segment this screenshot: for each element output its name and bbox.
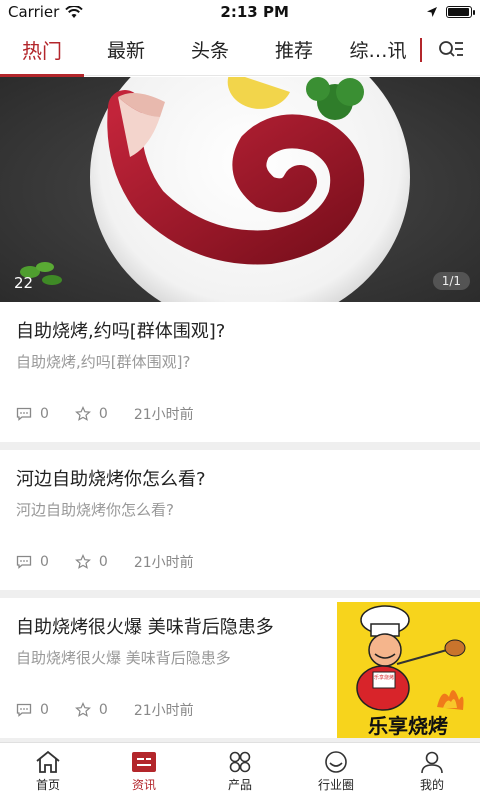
news-title: 河边自助烧烤你怎么看? (16, 469, 206, 490)
category-menu-button[interactable] (422, 24, 480, 76)
tab-headlines[interactable]: 头条 (168, 24, 252, 76)
clock: 2:13 PM (220, 3, 289, 21)
nav-label: 行业圈 (317, 778, 354, 792)
thumb-small-text: 乐享烧烤 (374, 674, 394, 681)
news-time: 21小时前 (133, 703, 194, 719)
nav-label: 产品 (227, 778, 252, 792)
news-icon (132, 752, 156, 772)
comment-icon (16, 703, 32, 717)
banner-page-counter: 1/1 (432, 272, 470, 290)
like-count: 0 (98, 554, 108, 570)
bbq-chef-illustration: 乐享烧烤 乐享烧烤 (337, 602, 480, 738)
list-item[interactable]: 自助烧烤很火爆 美味背后隐患多 自助烧烤很火爆 美味背后隐患多 0 0 21小时… (0, 598, 480, 738)
wifi-icon (65, 5, 84, 18)
tab-general-news[interactable]: 综…讯 (336, 24, 420, 76)
banner-tag: 22 (14, 274, 34, 292)
nav-products[interactable]: 产品 (192, 743, 288, 800)
nav-industry-circle[interactable]: 行业圈 (288, 743, 384, 800)
comment-icon (16, 555, 32, 569)
star-icon (74, 702, 91, 717)
grid-icon (229, 751, 251, 773)
list-item[interactable]: 自助烧烤,约吗[群体围观]? 自助烧烤,约吗[群体围观]? 0 0 21小时前 (0, 302, 480, 442)
tab-latest[interactable]: 最新 (84, 24, 168, 76)
news-meta: 0 0 21小时前 (16, 552, 194, 572)
divider (0, 590, 480, 598)
nav-news[interactable]: 资讯 (96, 743, 192, 800)
person-icon (421, 751, 443, 774)
list-item[interactable]: 河边自助烧烤你怎么看? 河边自助烧烤你怎么看? 0 0 21小时前 (0, 450, 480, 590)
comment-count: 0 (40, 554, 49, 570)
like-count: 0 (98, 702, 108, 718)
battery-icon (445, 6, 475, 18)
nav-home[interactable]: 首页 (0, 743, 96, 800)
news-time: 21小时前 (133, 555, 194, 571)
nav-label: 我的 (419, 778, 444, 792)
tab-recommended[interactable]: 推荐 (252, 24, 336, 76)
star-icon (74, 554, 91, 569)
news-description: 自助烧烤,约吗[群体围观]? (16, 353, 191, 371)
comment-count: 0 (40, 406, 49, 422)
location-arrow-icon (426, 7, 437, 17)
news-time: 21小时前 (133, 407, 194, 423)
nav-profile[interactable]: 我的 (384, 743, 480, 800)
news-title: 自助烧烤,约吗[群体围观]? (16, 321, 226, 342)
like-count: 0 (98, 406, 108, 422)
news-description: 河边自助烧烤你怎么看? (16, 501, 174, 519)
comment-icon (16, 407, 32, 421)
star-icon (74, 406, 91, 421)
banner-carousel[interactable]: 22 1/1 (0, 77, 480, 302)
divider (0, 442, 480, 450)
banner-image (0, 77, 480, 302)
status-bar: Carrier 2:13 PM (0, 0, 480, 24)
news-meta: 0 0 21小时前 (16, 700, 194, 720)
news-thumbnail: 乐享烧烤 乐享烧烤 (337, 602, 480, 738)
thumb-title: 乐享烧烤 (368, 714, 448, 738)
tab-hot[interactable]: 热门 (0, 24, 84, 77)
carrier-label: Carrier (8, 3, 60, 21)
nav-label: 资讯 (131, 778, 156, 792)
bottom-nav: 首页 资讯 产品 行业圈 我的 (0, 742, 480, 800)
news-meta: 0 0 21小时前 (16, 404, 194, 424)
home-icon (36, 750, 60, 773)
category-tabs: 热门 最新 头条 推荐 综…讯 (0, 24, 480, 77)
news-list: 自助烧烤,约吗[群体围观]? 自助烧烤,约吗[群体围观]? 0 0 21小时前 … (0, 302, 480, 746)
smile-icon (325, 751, 347, 773)
nav-label: 首页 (35, 778, 60, 792)
search-list-icon (439, 40, 463, 57)
comment-count: 0 (40, 702, 49, 718)
